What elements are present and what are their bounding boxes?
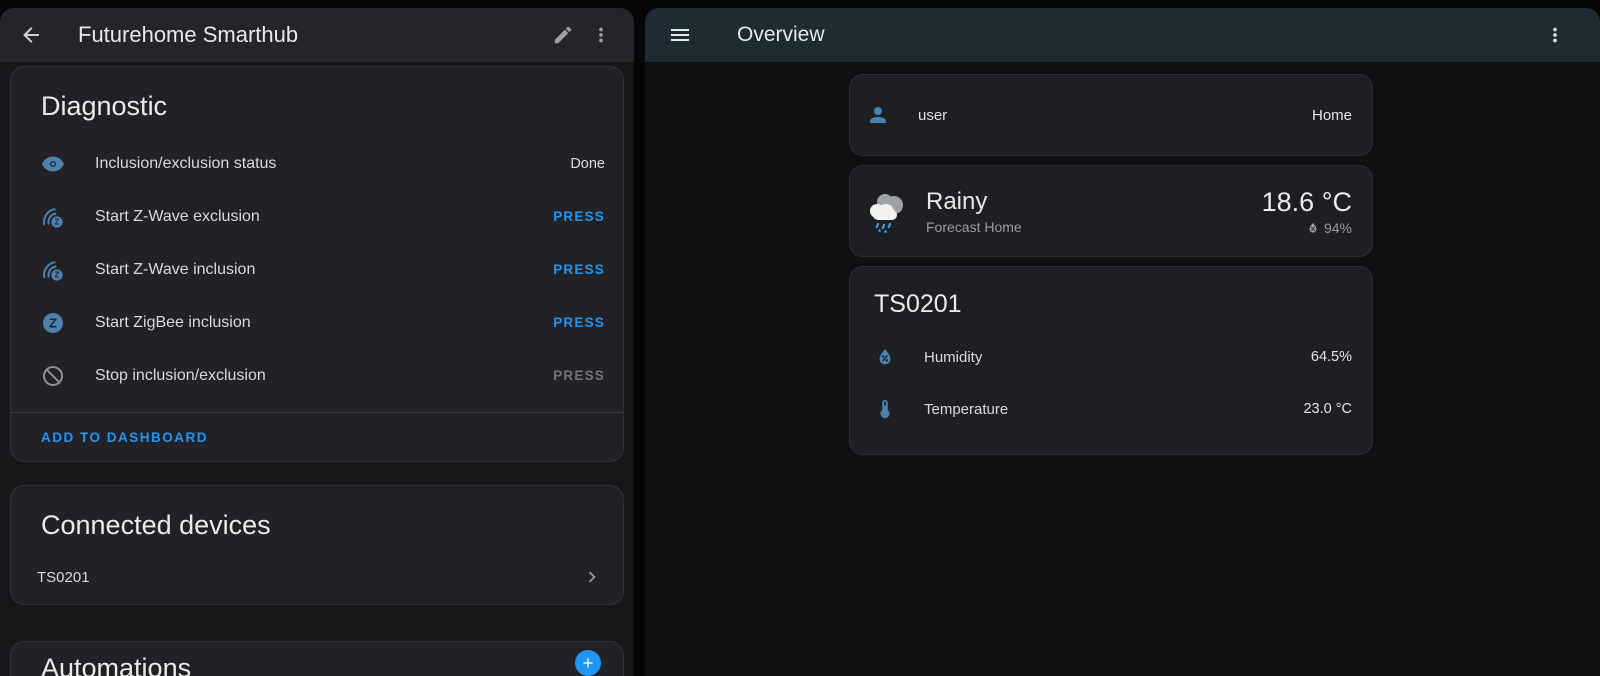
thermometer-icon — [874, 398, 896, 420]
left-content: Diagnostic Inclusion/exclusion status Do… — [0, 62, 634, 676]
sensor-label: Humidity — [924, 349, 982, 366]
press-button[interactable]: PRESS — [553, 262, 605, 277]
weather-humidity-value: 94% — [1324, 220, 1352, 236]
device-rows: Humidity 64.5% Temperature 23.0 °C — [850, 331, 1372, 435]
chevron-right-icon — [581, 566, 603, 588]
press-button[interactable]: PRESS — [553, 209, 605, 224]
pencil-icon — [552, 24, 574, 46]
row-label: Stop inclusion/exclusion — [95, 367, 266, 385]
hamburger-menu-icon — [668, 23, 692, 47]
row-stop-inclusion: Stop inclusion/exclusion PRESS — [11, 349, 623, 402]
z-wave-icon: Z — [41, 205, 65, 229]
device-list-item[interactable]: TS0201 — [11, 552, 623, 604]
arrow-left-icon — [19, 23, 43, 47]
page-title: Futurehome Smarthub — [78, 22, 298, 48]
row-value: Done — [570, 156, 605, 172]
press-button[interactable]: PRESS — [553, 315, 605, 330]
futurehome-app-window: Futurehome Smarthub Diagnostic — [0, 8, 634, 676]
connected-devices-card: Connected devices TS0201 — [10, 485, 624, 605]
dots-vertical-icon — [590, 24, 612, 46]
row-zwave-inclusion: Z Start Z-Wave inclusion PRESS — [11, 243, 623, 296]
row-zwave-exclusion: Z Start Z-Wave exclusion PRESS — [11, 190, 623, 243]
dashboard-title: Overview — [737, 23, 825, 47]
row-label: Inclusion/exclusion status — [95, 155, 276, 173]
svg-text:Z: Z — [55, 270, 60, 279]
overview-dashboard-window: Overview user Home — [645, 8, 1600, 676]
left-appbar: Futurehome Smarthub — [0, 8, 634, 62]
humidity-row[interactable]: Humidity 64.5% — [850, 331, 1372, 383]
row-label: Start ZigBee inclusion — [95, 314, 251, 332]
weather-readings: 18.6 °C 94% — [1262, 187, 1352, 236]
sensor-value: 23.0 °C — [1303, 401, 1352, 417]
dashboard-cards: user Home Rainy Fo — [849, 74, 1373, 455]
edit-button[interactable] — [544, 16, 582, 54]
overflow-menu-button[interactable] — [1536, 16, 1574, 54]
row-inclusion-status[interactable]: Inclusion/exclusion status Done — [11, 137, 623, 190]
weather-humidity-row: 94% — [1262, 220, 1352, 236]
z-wave-icon: Z — [41, 258, 65, 282]
water-percent-icon — [1306, 221, 1320, 235]
weather-temperature: 18.6 °C — [1262, 187, 1352, 217]
add-to-dashboard-button[interactable]: ADD TO DASHBOARD — [41, 430, 208, 445]
device-name: TS0201 — [37, 569, 90, 586]
automations-card: Automations — [10, 641, 624, 676]
diagnostic-card: Diagnostic Inclusion/exclusion status Do… — [10, 66, 624, 462]
account-icon — [866, 103, 890, 127]
plus-icon — [580, 655, 596, 671]
temperature-row[interactable]: Temperature 23.0 °C — [850, 383, 1372, 435]
back-button[interactable] — [12, 16, 50, 54]
right-appbar: Overview — [645, 8, 1600, 62]
overflow-menu-button[interactable] — [582, 16, 620, 54]
svg-text:Z: Z — [55, 217, 60, 226]
person-state: Home — [1312, 107, 1352, 124]
diagnostic-card-title: Diagnostic — [11, 67, 623, 133]
device-card-title: TS0201 — [850, 267, 1372, 319]
weather-condition: Rainy — [926, 188, 1022, 216]
dots-vertical-icon — [1544, 24, 1566, 46]
add-automation-button[interactable] — [575, 650, 601, 676]
cancel-icon — [41, 364, 65, 388]
humidity-icon — [874, 346, 896, 368]
svg-text:Z: Z — [49, 315, 57, 330]
connected-devices-title: Connected devices — [11, 486, 623, 552]
device-card: TS0201 Humidity 64.5% Tem — [849, 266, 1373, 455]
automations-title: Automations — [11, 642, 623, 676]
weather-card[interactable]: Rainy Forecast Home 18.6 °C 94% — [849, 165, 1373, 257]
diagnostic-card-footer: ADD TO DASHBOARD — [11, 413, 623, 461]
person-name: user — [918, 107, 947, 124]
row-label: Start Z-Wave inclusion — [95, 261, 255, 279]
menu-button[interactable] — [661, 16, 699, 54]
zigbee-icon: Z — [41, 311, 65, 335]
weather-text: Rainy Forecast Home — [926, 188, 1022, 235]
sensor-value: 64.5% — [1311, 349, 1352, 365]
person-card[interactable]: user Home — [849, 74, 1373, 156]
eye-icon — [41, 152, 65, 176]
diagnostic-rows: Inclusion/exclusion status Done Z Start … — [11, 133, 623, 412]
sensor-label: Temperature — [924, 401, 1008, 418]
weather-attribution: Forecast Home — [926, 219, 1022, 235]
row-label: Start Z-Wave exclusion — [95, 208, 260, 226]
weather-rainy-icon — [864, 187, 912, 235]
press-button-disabled: PRESS — [553, 368, 605, 383]
row-zigbee-inclusion: Z Start ZigBee inclusion PRESS — [11, 296, 623, 349]
